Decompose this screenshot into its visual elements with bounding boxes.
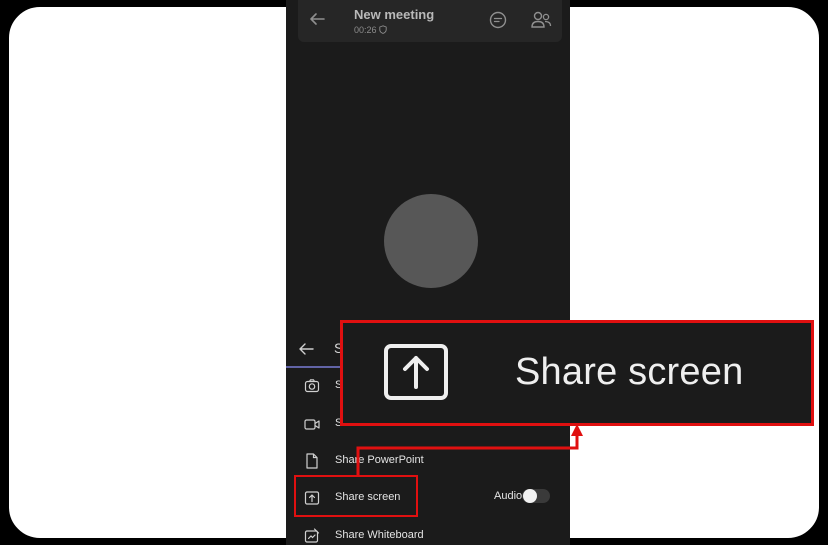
back-arrow-icon[interactable] bbox=[298, 342, 314, 356]
camera-icon bbox=[304, 379, 320, 393]
audio-label: Audio bbox=[494, 490, 523, 502]
share-whiteboard-label: Share Whiteboard bbox=[335, 529, 424, 541]
meeting-timer-value: 00:26 bbox=[354, 25, 377, 35]
share-screen-icon bbox=[384, 344, 448, 400]
chat-icon[interactable] bbox=[488, 10, 508, 30]
document-icon bbox=[306, 453, 318, 469]
share-powerpoint-item[interactable]: Share PowerPoint bbox=[286, 445, 570, 477]
audio-toggle[interactable] bbox=[522, 489, 550, 503]
share-whiteboard-item[interactable]: Share Whiteboard bbox=[286, 520, 570, 545]
phone-screen: New meeting 00:26 S S Share PowerPoint S… bbox=[286, 0, 570, 545]
video-icon bbox=[304, 419, 320, 430]
shield-icon bbox=[379, 25, 387, 34]
participant-avatar bbox=[384, 194, 478, 288]
meeting-timer: 00:26 bbox=[354, 25, 387, 35]
audio-toggle-knob bbox=[523, 489, 537, 503]
whiteboard-icon bbox=[304, 528, 320, 543]
participants-icon[interactable] bbox=[530, 10, 552, 30]
meeting-header: New meeting 00:26 bbox=[298, 0, 562, 42]
share-screen-highlight bbox=[294, 475, 418, 517]
callout-label: Share screen bbox=[515, 351, 744, 393]
share-screen-callout: Share screen bbox=[340, 320, 814, 426]
share-powerpoint-label: Share PowerPoint bbox=[335, 454, 424, 466]
back-arrow-icon[interactable] bbox=[308, 10, 326, 28]
meeting-title: New meeting bbox=[354, 7, 435, 22]
